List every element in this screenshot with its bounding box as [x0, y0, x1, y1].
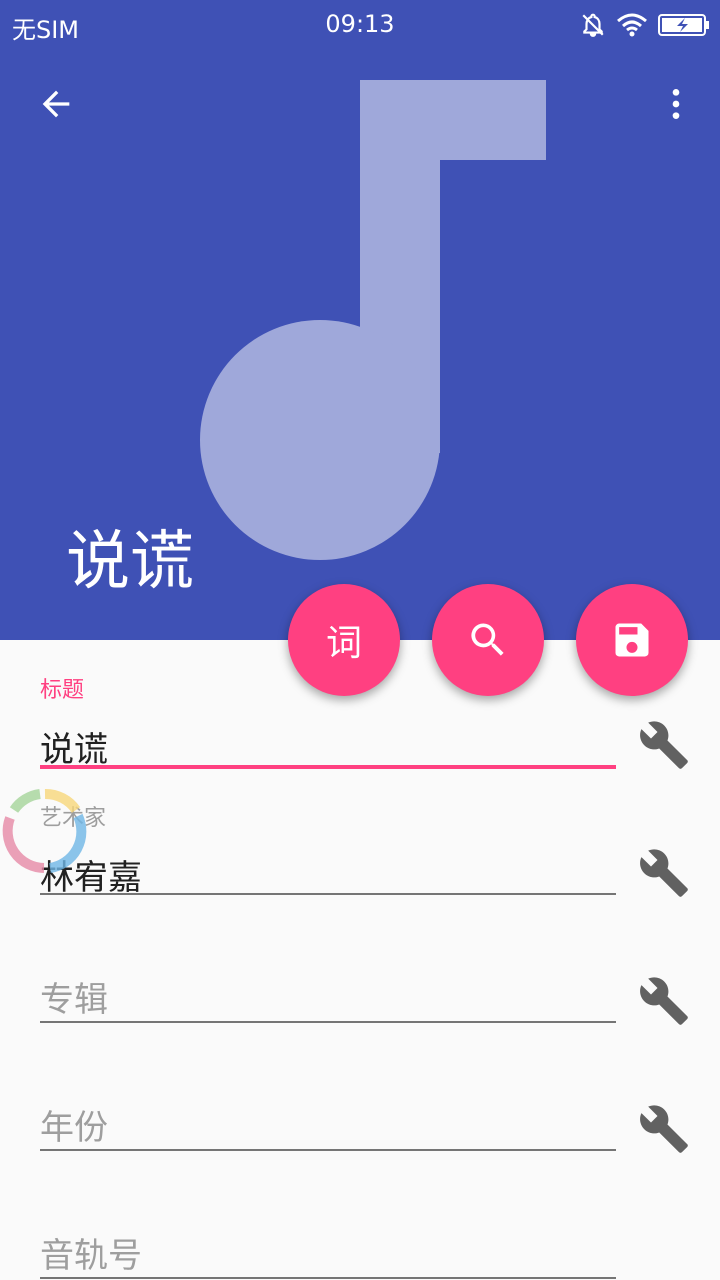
wifi-icon [617, 13, 647, 37]
back-button[interactable] [24, 72, 88, 136]
bell-off-icon [582, 13, 604, 37]
year-field[interactable]: 年份 [40, 1100, 616, 1160]
track-field[interactable]: 音轨号 [40, 1228, 616, 1280]
artist-field[interactable]: 艺术家 林宥嘉 [40, 800, 616, 900]
wrench-icon[interactable] [638, 1103, 690, 1155]
search-icon [471, 623, 504, 656]
save-icon [615, 623, 649, 657]
artist-input[interactable]: 林宥嘉 [40, 850, 616, 899]
title-label: 标题 [40, 678, 85, 703]
loading-indicator [2, 788, 87, 873]
track-input[interactable]: 音轨号 [40, 1228, 616, 1277]
wrench-icon[interactable] [638, 975, 690, 1027]
artist-label: 艺术家 [40, 806, 107, 831]
status-bar: 无SIM 09:13 [0, 0, 720, 52]
album-input[interactable]: 专辑 [40, 972, 616, 1021]
status-icons [580, 12, 710, 38]
back-arrow-icon [42, 90, 70, 118]
more-options-button[interactable] [644, 72, 708, 136]
title-input[interactable]: 说谎 [40, 722, 616, 771]
more-vert-icon [672, 89, 680, 119]
battery-charging-icon [658, 14, 709, 36]
wrench-icon[interactable] [638, 847, 690, 899]
wrench-icon[interactable] [638, 719, 690, 771]
song-title-heading: 说谎 [66, 525, 194, 599]
title-field[interactable]: 标题 说谎 [40, 672, 616, 772]
year-input[interactable]: 年份 [40, 1100, 616, 1149]
album-underline [40, 1021, 616, 1023]
title-underline [40, 765, 616, 769]
year-underline [40, 1149, 616, 1151]
artist-underline [40, 893, 616, 895]
lyrics-label: 词 [325, 623, 362, 664]
album-field[interactable]: 专辑 [40, 972, 616, 1032]
track-underline [40, 1277, 616, 1279]
header: 无SIM 09:13 说谎 [0, 0, 720, 640]
